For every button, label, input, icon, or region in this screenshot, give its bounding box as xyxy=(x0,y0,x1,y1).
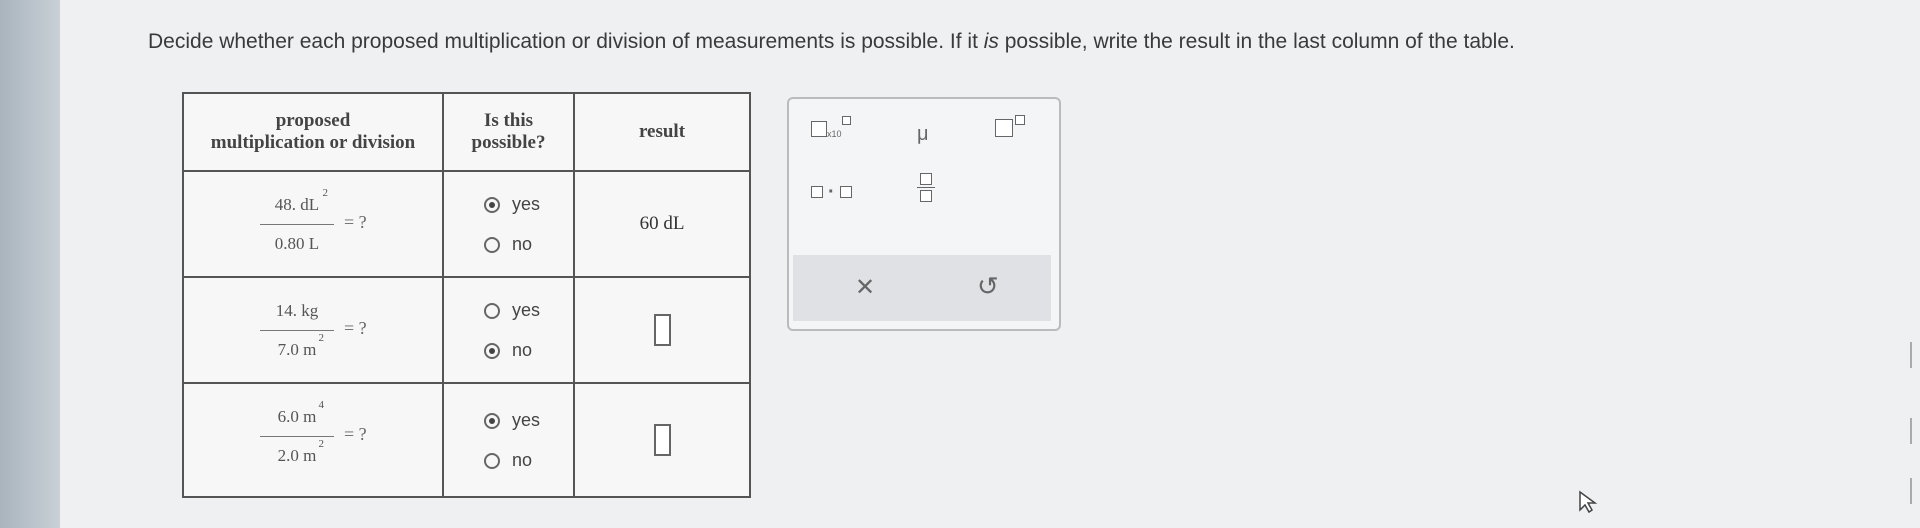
multiply-dot-button[interactable]: · xyxy=(811,181,852,204)
box-icon xyxy=(839,186,852,198)
radio-yes-selected-icon[interactable] xyxy=(484,412,500,429)
result-value: 60 dL xyxy=(639,213,685,234)
times-ten-power-button[interactable]: x10 xyxy=(811,116,851,142)
answer-input-box[interactable] xyxy=(653,314,671,346)
math-toolbox: x10 μ · ✕ ↺ xyxy=(787,97,1061,331)
possible-cell: yes no xyxy=(442,170,575,278)
box-icon xyxy=(811,186,823,198)
left-edge-strip xyxy=(0,0,60,528)
pointer-cursor-icon xyxy=(1578,490,1598,520)
superscript-button[interactable] xyxy=(995,115,1025,142)
instructions-text: Decide whether each proposed multiplicat… xyxy=(148,30,1515,53)
expression-cell: 48. dL 2 0.80 L = ? xyxy=(182,170,444,278)
expression-cell: 6.0 m4 2.0 m2 = ? xyxy=(182,382,444,498)
radio-yes-icon[interactable] xyxy=(484,302,500,319)
box-icon xyxy=(811,121,827,137)
clear-button[interactable]: ✕ xyxy=(855,273,875,302)
undo-icon: ↺ xyxy=(977,271,999,301)
result-cell[interactable]: 60 dL xyxy=(573,170,751,278)
undo-button[interactable]: ↺ xyxy=(977,271,999,302)
mu-button[interactable]: μ xyxy=(917,123,929,146)
header-possible: Is this possible? xyxy=(442,92,575,172)
numerator-box-icon xyxy=(920,173,932,185)
answer-input-box[interactable] xyxy=(653,424,671,456)
radio-no-selected-icon[interactable] xyxy=(484,342,500,359)
radio-yes-selected-icon[interactable] xyxy=(484,196,500,213)
possible-cell: yes no xyxy=(442,276,575,384)
radio-no[interactable]: no xyxy=(484,234,532,255)
expression-cell: 14. kg 7.0 m2 = ? xyxy=(182,276,444,384)
edge-bracket xyxy=(1910,418,1920,444)
table-row: 14. kg 7.0 m2 = ? yes no xyxy=(182,276,751,384)
fraction: 48. dL 2 0.80 L xyxy=(260,187,334,257)
radio-yes[interactable]: yes xyxy=(484,410,540,431)
radio-yes[interactable]: yes xyxy=(484,300,540,321)
edge-bracket xyxy=(1910,478,1920,504)
fraction: 6.0 m4 2.0 m2 xyxy=(260,399,334,469)
radio-no-icon[interactable] xyxy=(484,452,500,469)
possible-cell: yes no xyxy=(442,382,575,498)
base-box-icon xyxy=(995,119,1013,137)
table-row: 6.0 m4 2.0 m2 = ? yes no xyxy=(182,382,751,498)
fraction-button[interactable] xyxy=(917,173,935,202)
result-cell[interactable] xyxy=(573,382,751,498)
close-icon: ✕ xyxy=(855,274,876,301)
radio-no[interactable]: no xyxy=(484,450,532,471)
result-cell[interactable] xyxy=(573,276,751,384)
radio-no-icon[interactable] xyxy=(484,236,500,253)
radio-no[interactable]: no xyxy=(484,340,532,361)
measurement-table: proposed multiplication or division Is t… xyxy=(182,92,751,498)
header-result: result xyxy=(573,92,751,172)
radio-yes[interactable]: yes xyxy=(484,194,540,215)
exponent-box-icon xyxy=(1015,115,1025,125)
denominator-box-icon xyxy=(920,190,932,202)
table-row: 48. dL 2 0.80 L = ? yes no 60 dL xyxy=(182,170,751,278)
toolbox-actions-bar: ✕ ↺ xyxy=(793,255,1051,321)
exponent-box-icon xyxy=(841,116,851,125)
table-header-row: proposed multiplication or division Is t… xyxy=(182,92,751,172)
header-proposed: proposed multiplication or division xyxy=(182,92,444,172)
edge-bracket xyxy=(1910,342,1920,368)
fraction: 14. kg 7.0 m2 xyxy=(260,298,334,363)
